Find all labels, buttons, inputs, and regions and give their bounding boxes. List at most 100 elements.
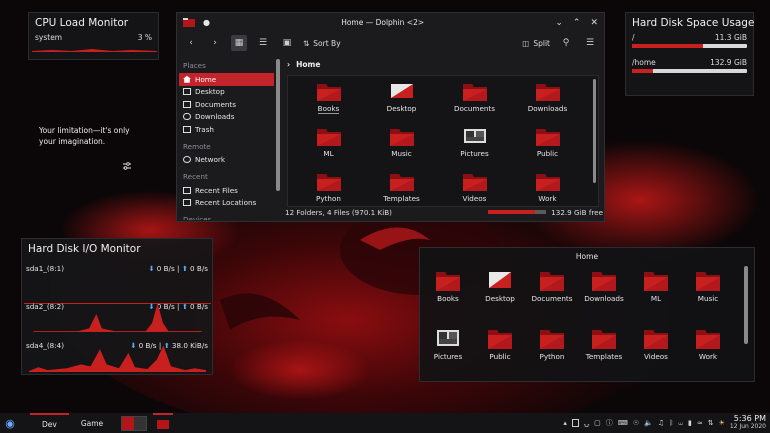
folder-item-pictures[interactable]: Pictures [422,326,474,361]
folder-item-public[interactable]: Public [474,326,526,361]
volume-icon[interactable]: 🔈 [644,419,653,427]
chevron-right-icon: › [287,59,291,69]
folder-item-videos[interactable]: Videos [438,170,511,203]
folder-icon [422,268,474,292]
breadcrumb[interactable]: › Home [285,57,603,71]
bluetooth-icon[interactable]: ᛒ [669,419,673,427]
usb-icon[interactable]: ⏙ [678,419,683,428]
back-icon[interactable]: ‹ [183,35,199,51]
sidebar-item-home[interactable]: Home [179,73,274,86]
sidebar-item-desktop[interactable]: Desktop [179,86,274,99]
weather-icon[interactable]: ☀ [719,419,725,427]
cpu-label: system [35,33,63,42]
recent-files-icon [183,186,191,194]
forward-icon[interactable]: › [207,35,223,51]
info-icon[interactable]: ⓘ [606,418,613,428]
network-tray-icon[interactable]: ⇅ [708,419,714,427]
sort-by-button[interactable]: ⇅ Sort By [303,39,341,48]
folder-item-python[interactable]: Python [526,326,578,361]
folder-item-python[interactable]: Python [292,170,365,203]
disk-io-widget: Hard Disk I/O Monitor sda1_(8:1) ⬇ 0 B/s… [21,238,213,375]
folder-icon [422,326,474,350]
sidebar-item-label: Home [195,74,217,84]
documents-icon [183,100,191,108]
recent-header: Recent [183,172,208,181]
folder-item-work[interactable]: Work [682,326,734,361]
disk-home-label: /home [632,58,656,67]
sidebar-item-recent-files[interactable]: Recent Files [179,184,274,197]
sidebar-item-documents[interactable]: Documents [179,98,274,111]
folder-item-desktop[interactable]: Desktop [474,268,526,303]
folder-item-work[interactable]: Work [511,170,584,203]
speaker-icon[interactable]: ♫ [658,419,664,427]
disk-sda1-write: 0 B/s [190,264,208,273]
chevron-down-icon[interactable]: ⌄ [555,18,563,28]
sidebar-item-downloads[interactable]: Downloads [179,111,274,124]
maximize-icon[interactable]: ⌃ [573,18,581,28]
folder-item-ml[interactable]: ML [292,125,365,158]
write-icon: ⬆ [181,264,188,273]
folder-item-downloads[interactable]: Downloads [511,80,584,113]
dolphin-window: ● Home — Dolphin <2> ⌄ ⌃ ✕ ‹ › ▦ ☰ ▣ ⇅ S… [176,12,605,222]
disk-root-bar [632,44,747,48]
folder-icon [365,170,438,192]
folder-label: Pictures [460,149,489,158]
wifi-icon[interactable]: ≈ [697,419,703,427]
folder-view-title: Home [575,252,599,261]
compact-view-icon[interactable]: ☰ [255,35,271,51]
sidebar-item-recent-locations[interactable]: Recent Locations [179,197,274,210]
desktop-tab-dev[interactable]: Dev [30,413,69,433]
folder-item-books[interactable]: Books [292,80,365,114]
window-titlebar[interactable]: ● Home — Dolphin <2> ⌄ ⌃ ✕ [177,13,604,32]
folder-item-books[interactable]: Books [422,268,474,303]
keyboard-icon[interactable]: ⌨ [618,419,628,427]
search-icon[interactable]: ⚲ [558,35,574,51]
folder-item-templates[interactable]: Templates [365,170,438,203]
details-view-icon[interactable]: ▣ [279,35,295,51]
menu-icon[interactable]: ☰ [582,35,598,51]
sidebar-item-trash[interactable]: Trash [179,123,274,136]
folder-item-videos[interactable]: Videos [630,326,682,361]
tray-arrow-icon[interactable]: ▴ [563,419,567,427]
folder-item-music[interactable]: Music [682,268,734,303]
split-button[interactable]: ◫ Split [522,39,550,48]
clock[interactable]: 5:36 PM 12 Jun 2020 [730,415,766,431]
breadcrumb-home[interactable]: Home [296,60,320,69]
dolphin-toolbar: ‹ › ▦ ☰ ▣ ⇅ Sort By ◫ Split ⚲ ☰ [177,32,604,54]
sidebar-item-label: Network [195,155,226,165]
folder-label: Python [539,352,565,361]
app-launcher-icon[interactable]: ◉ [0,413,20,433]
close-icon[interactable]: ✕ [590,18,598,28]
folder-view-scrollbar[interactable] [744,266,748,344]
folder-item-documents[interactable]: Documents [438,80,511,113]
sidebar-item-network[interactable]: Network [179,154,274,167]
folder-item-public[interactable]: Public [511,125,584,158]
places-scrollbar[interactable] [276,59,280,191]
folder-label: Python [316,194,341,203]
icons-view-icon[interactable]: ▦ [231,35,247,51]
folder-item-pictures[interactable]: Pictures [438,125,511,158]
sidebar-item-label: Trash [195,124,214,134]
folder-icon [365,80,438,102]
monitor-icon[interactable] [571,419,579,427]
sliders-icon[interactable] [122,161,132,171]
clipboard-icon[interactable]: ▢ [594,419,601,427]
places-panel: Places Home Desktop Documents Downloads … [179,57,274,220]
file-view-scrollbar[interactable] [593,79,596,183]
folder-icon [682,268,734,292]
task-thumbnail-1[interactable] [121,415,148,431]
battery-icon[interactable]: ▮ [688,419,692,427]
folder-item-documents[interactable]: Documents [526,268,578,303]
folder-item-ml[interactable]: ML [630,268,682,303]
sort-by-label: Sort By [313,38,341,48]
folder-item-downloads[interactable]: Downloads [578,268,630,303]
folder-item-desktop[interactable]: Desktop [365,80,438,113]
pin-icon[interactable]: ● [203,18,210,27]
lightbulb-icon[interactable]: ☉ [633,419,639,427]
folder-item-templates[interactable]: Templates [578,326,630,361]
desktop-tab-game[interactable]: Game [69,413,115,433]
dolphin-task-icon[interactable] [153,413,174,433]
folder-item-music[interactable]: Music [365,125,438,158]
bell-icon[interactable]: ⍽ [584,419,589,427]
folder-icon [578,326,630,350]
